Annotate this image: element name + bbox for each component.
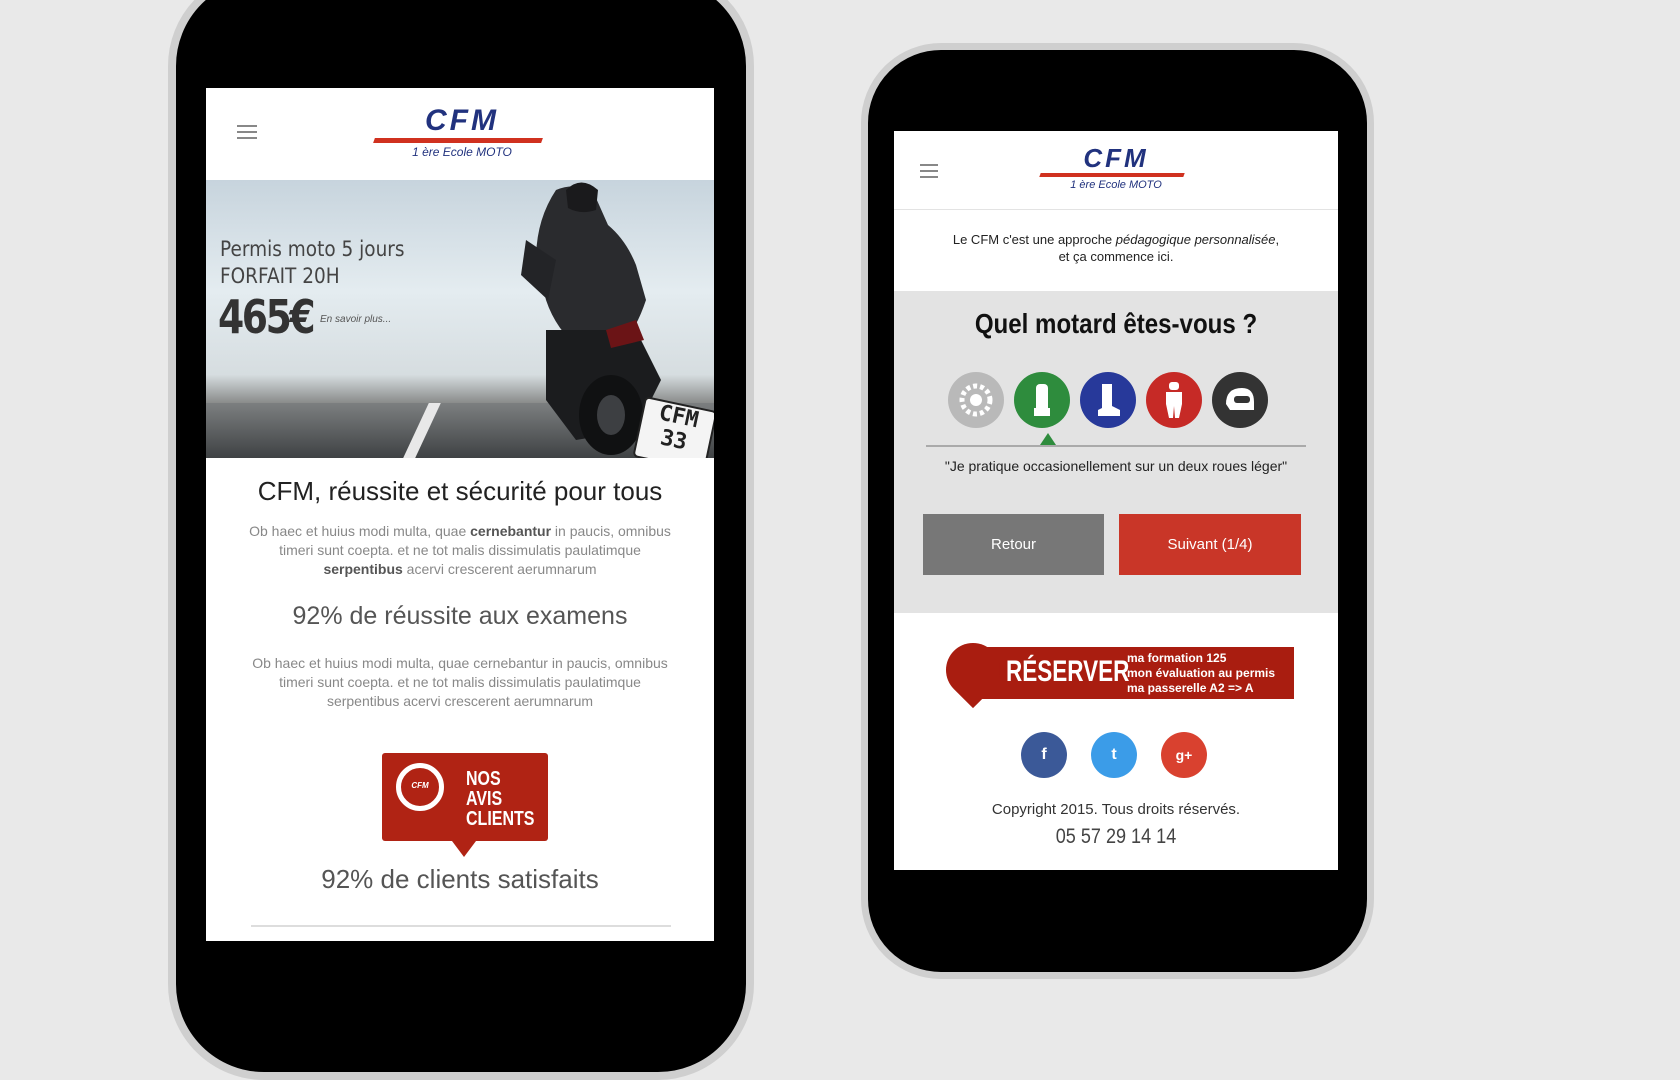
selected-pointer xyxy=(1040,433,1056,445)
reviews-line-1: NOS AVIS xyxy=(466,768,503,810)
intro-part: Le CFM c'est une approche xyxy=(952,232,1116,247)
cfm-badge-icon: CFM xyxy=(396,763,444,811)
hero-banner[interactable]: CFM 33 Permis moto 5 jours FORFAIT 20H 4… xyxy=(206,180,714,458)
logo-subtitle: 1 ère Ecole MOTO xyxy=(412,145,512,159)
logo-subtitle: 1 ère Ecole MOTO xyxy=(1070,179,1162,191)
second-paragraph: Ob haec et huius modi multa, quae cerneb… xyxy=(252,655,668,709)
choice-glove[interactable] xyxy=(1014,372,1070,428)
reserve-options: ma formation 125 mon évaluation au permi… xyxy=(1127,651,1275,696)
page-headline: CFM, réussite et sécurité pour tous xyxy=(257,476,663,506)
choice-helmet[interactable] xyxy=(1212,372,1268,428)
choice-suit[interactable] xyxy=(1146,372,1202,428)
hamburger-icon[interactable] xyxy=(920,164,938,182)
logo-word: CFM xyxy=(1083,143,1149,173)
rider-quiz: Quel motard êtes-vous ? "Je pratique occ… xyxy=(894,291,1338,613)
google-plus-icon[interactable]: g+ xyxy=(1161,732,1207,778)
client-reviews-button[interactable]: CFM NOS AVIS CLIENTS xyxy=(382,753,548,857)
logo-stripe xyxy=(1039,173,1185,177)
hamburger-icon[interactable] xyxy=(237,125,257,143)
quiz-title: Quel motard êtes-vous ? xyxy=(974,308,1258,339)
reviews-label: NOS AVIS CLIENTS xyxy=(466,769,534,829)
quiz-divider xyxy=(926,445,1306,447)
divider xyxy=(251,925,671,927)
intro-emphasis: pédagogique personnalisée xyxy=(1115,232,1276,247)
phone-number[interactable]: 05 57 29 14 14 xyxy=(925,825,1307,849)
boot-icon xyxy=(1080,372,1136,428)
header: CFM 1 ère Ecole MOTO xyxy=(206,88,714,180)
gear-icon xyxy=(948,372,1004,428)
back-button[interactable]: Retour xyxy=(923,514,1104,575)
satisfaction-stat: 92% de clients satisfaits xyxy=(321,864,599,894)
reserve-option-2: mon évaluation au permis xyxy=(1127,666,1276,680)
para-bold: cernebantur xyxy=(470,523,552,539)
hero-price: 465€ xyxy=(218,290,316,344)
para-text: Ob haec et huius modi multa, quae xyxy=(249,523,471,539)
success-stat: 92% de réussite aux examens xyxy=(292,602,628,630)
twitter-icon[interactable]: t xyxy=(1091,732,1137,778)
choice-boot[interactable] xyxy=(1080,372,1136,428)
logo-word: CFM xyxy=(425,104,499,137)
suit-icon xyxy=(1146,372,1202,428)
hero-more-link[interactable]: En savoir plus... xyxy=(320,314,391,325)
logo-stripe xyxy=(373,138,543,143)
para-bold: serpentibus xyxy=(323,561,403,577)
reviews-line-2: CLIENTS xyxy=(466,808,535,830)
choice-gear[interactable] xyxy=(948,372,1004,428)
right-phone-screen: CFM 1 ère Ecole MOTO Le CFM c'est une ap… xyxy=(894,131,1338,870)
reserve-banner[interactable]: RÉSERVER ma formation 125 mon évaluation… xyxy=(934,631,1294,725)
copyright: Copyright 2015. Tous droits réservés. xyxy=(991,801,1241,818)
glove-icon xyxy=(1014,372,1070,428)
choice-description: "Je pratique occasionellement sur un deu… xyxy=(944,458,1288,474)
left-phone-screen: CFM 1 ère Ecole MOTO CFM 33 Permis moto … xyxy=(206,88,714,941)
helmet-icon xyxy=(1212,372,1268,428)
intro-line-2: et ça commence ici. xyxy=(1058,249,1174,264)
badge-text: CFM xyxy=(411,781,429,790)
intro-text: Le CFM c'est une approche pédagogique pe… xyxy=(894,231,1338,265)
cfm-logo[interactable]: CFM 1 ère Ecole MOTO xyxy=(1039,143,1192,191)
facebook-icon[interactable]: f xyxy=(1021,732,1067,778)
hero-title: Permis moto 5 jours FORFAIT 20H xyxy=(220,236,405,290)
intro-part: , xyxy=(1275,232,1280,247)
hero-line-2: FORFAIT 20H xyxy=(220,264,340,288)
intro-paragraph: Ob haec et huius modi multa, quae cerneb… xyxy=(246,522,674,579)
next-button[interactable]: Suivant (1/4) xyxy=(1119,514,1301,575)
header: CFM 1 ère Ecole MOTO xyxy=(894,131,1338,210)
hero-line-1: Permis moto 5 jours xyxy=(220,237,405,261)
cfm-logo[interactable]: CFM 1 ère Ecole MOTO xyxy=(373,104,550,159)
reserve-word: RÉSERVER xyxy=(1006,655,1130,688)
reserve-option-3: ma passerelle A2 => A xyxy=(1127,681,1254,695)
reserve-option-1: ma formation 125 xyxy=(1127,651,1227,665)
para-text: acervi crescerent aerumnarum xyxy=(402,561,597,577)
